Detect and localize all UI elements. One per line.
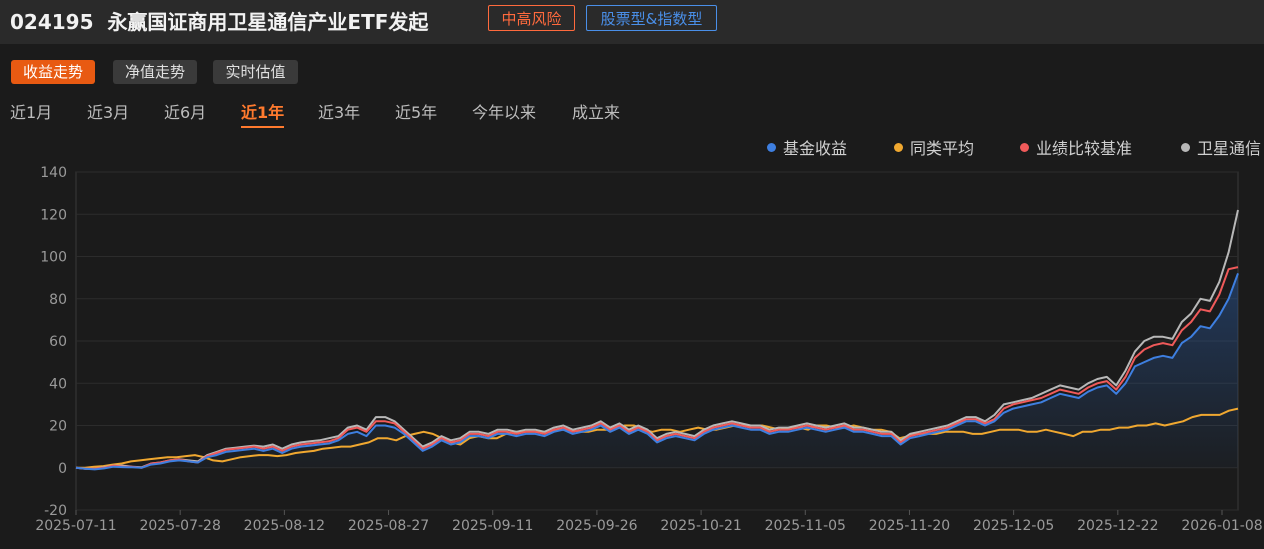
y-tick-label: 60 bbox=[49, 334, 67, 350]
x-tick-label: 2025-08-27 bbox=[348, 518, 429, 534]
x-tick-label: 2025-12-05 bbox=[973, 518, 1054, 534]
x-tick-label: 2025-09-11 bbox=[452, 518, 533, 534]
y-tick-label: 80 bbox=[49, 292, 67, 308]
y-tick-label: 120 bbox=[40, 207, 67, 223]
x-tick-label: 2025-07-28 bbox=[139, 518, 220, 534]
y-tick-label: 140 bbox=[40, 165, 67, 181]
y-tick-label: 40 bbox=[49, 376, 67, 392]
x-tick-label: 2025-07-11 bbox=[35, 518, 116, 534]
return-chart: -20 0 20 40 60 80 100 120 140 2025-07-11 2025-07-2… bbox=[35, 165, 1262, 534]
x-tick-label: 2025-11-05 bbox=[765, 518, 846, 534]
x-tick-label: 2025-12-22 bbox=[1077, 518, 1158, 534]
x-tick-label: 2025-11-20 bbox=[869, 518, 950, 534]
x-tick-label: 2025-08-12 bbox=[244, 518, 325, 534]
y-tick-label: -20 bbox=[44, 503, 67, 519]
y-tick-label: 0 bbox=[58, 461, 67, 477]
x-tick-label: 2026-01-08 bbox=[1181, 518, 1262, 534]
x-tick-label: 2025-09-26 bbox=[556, 518, 637, 534]
y-tick-label: 100 bbox=[40, 250, 67, 266]
y-tick-label: 20 bbox=[49, 419, 67, 435]
x-tick-label: 2025-10-21 bbox=[660, 518, 741, 534]
